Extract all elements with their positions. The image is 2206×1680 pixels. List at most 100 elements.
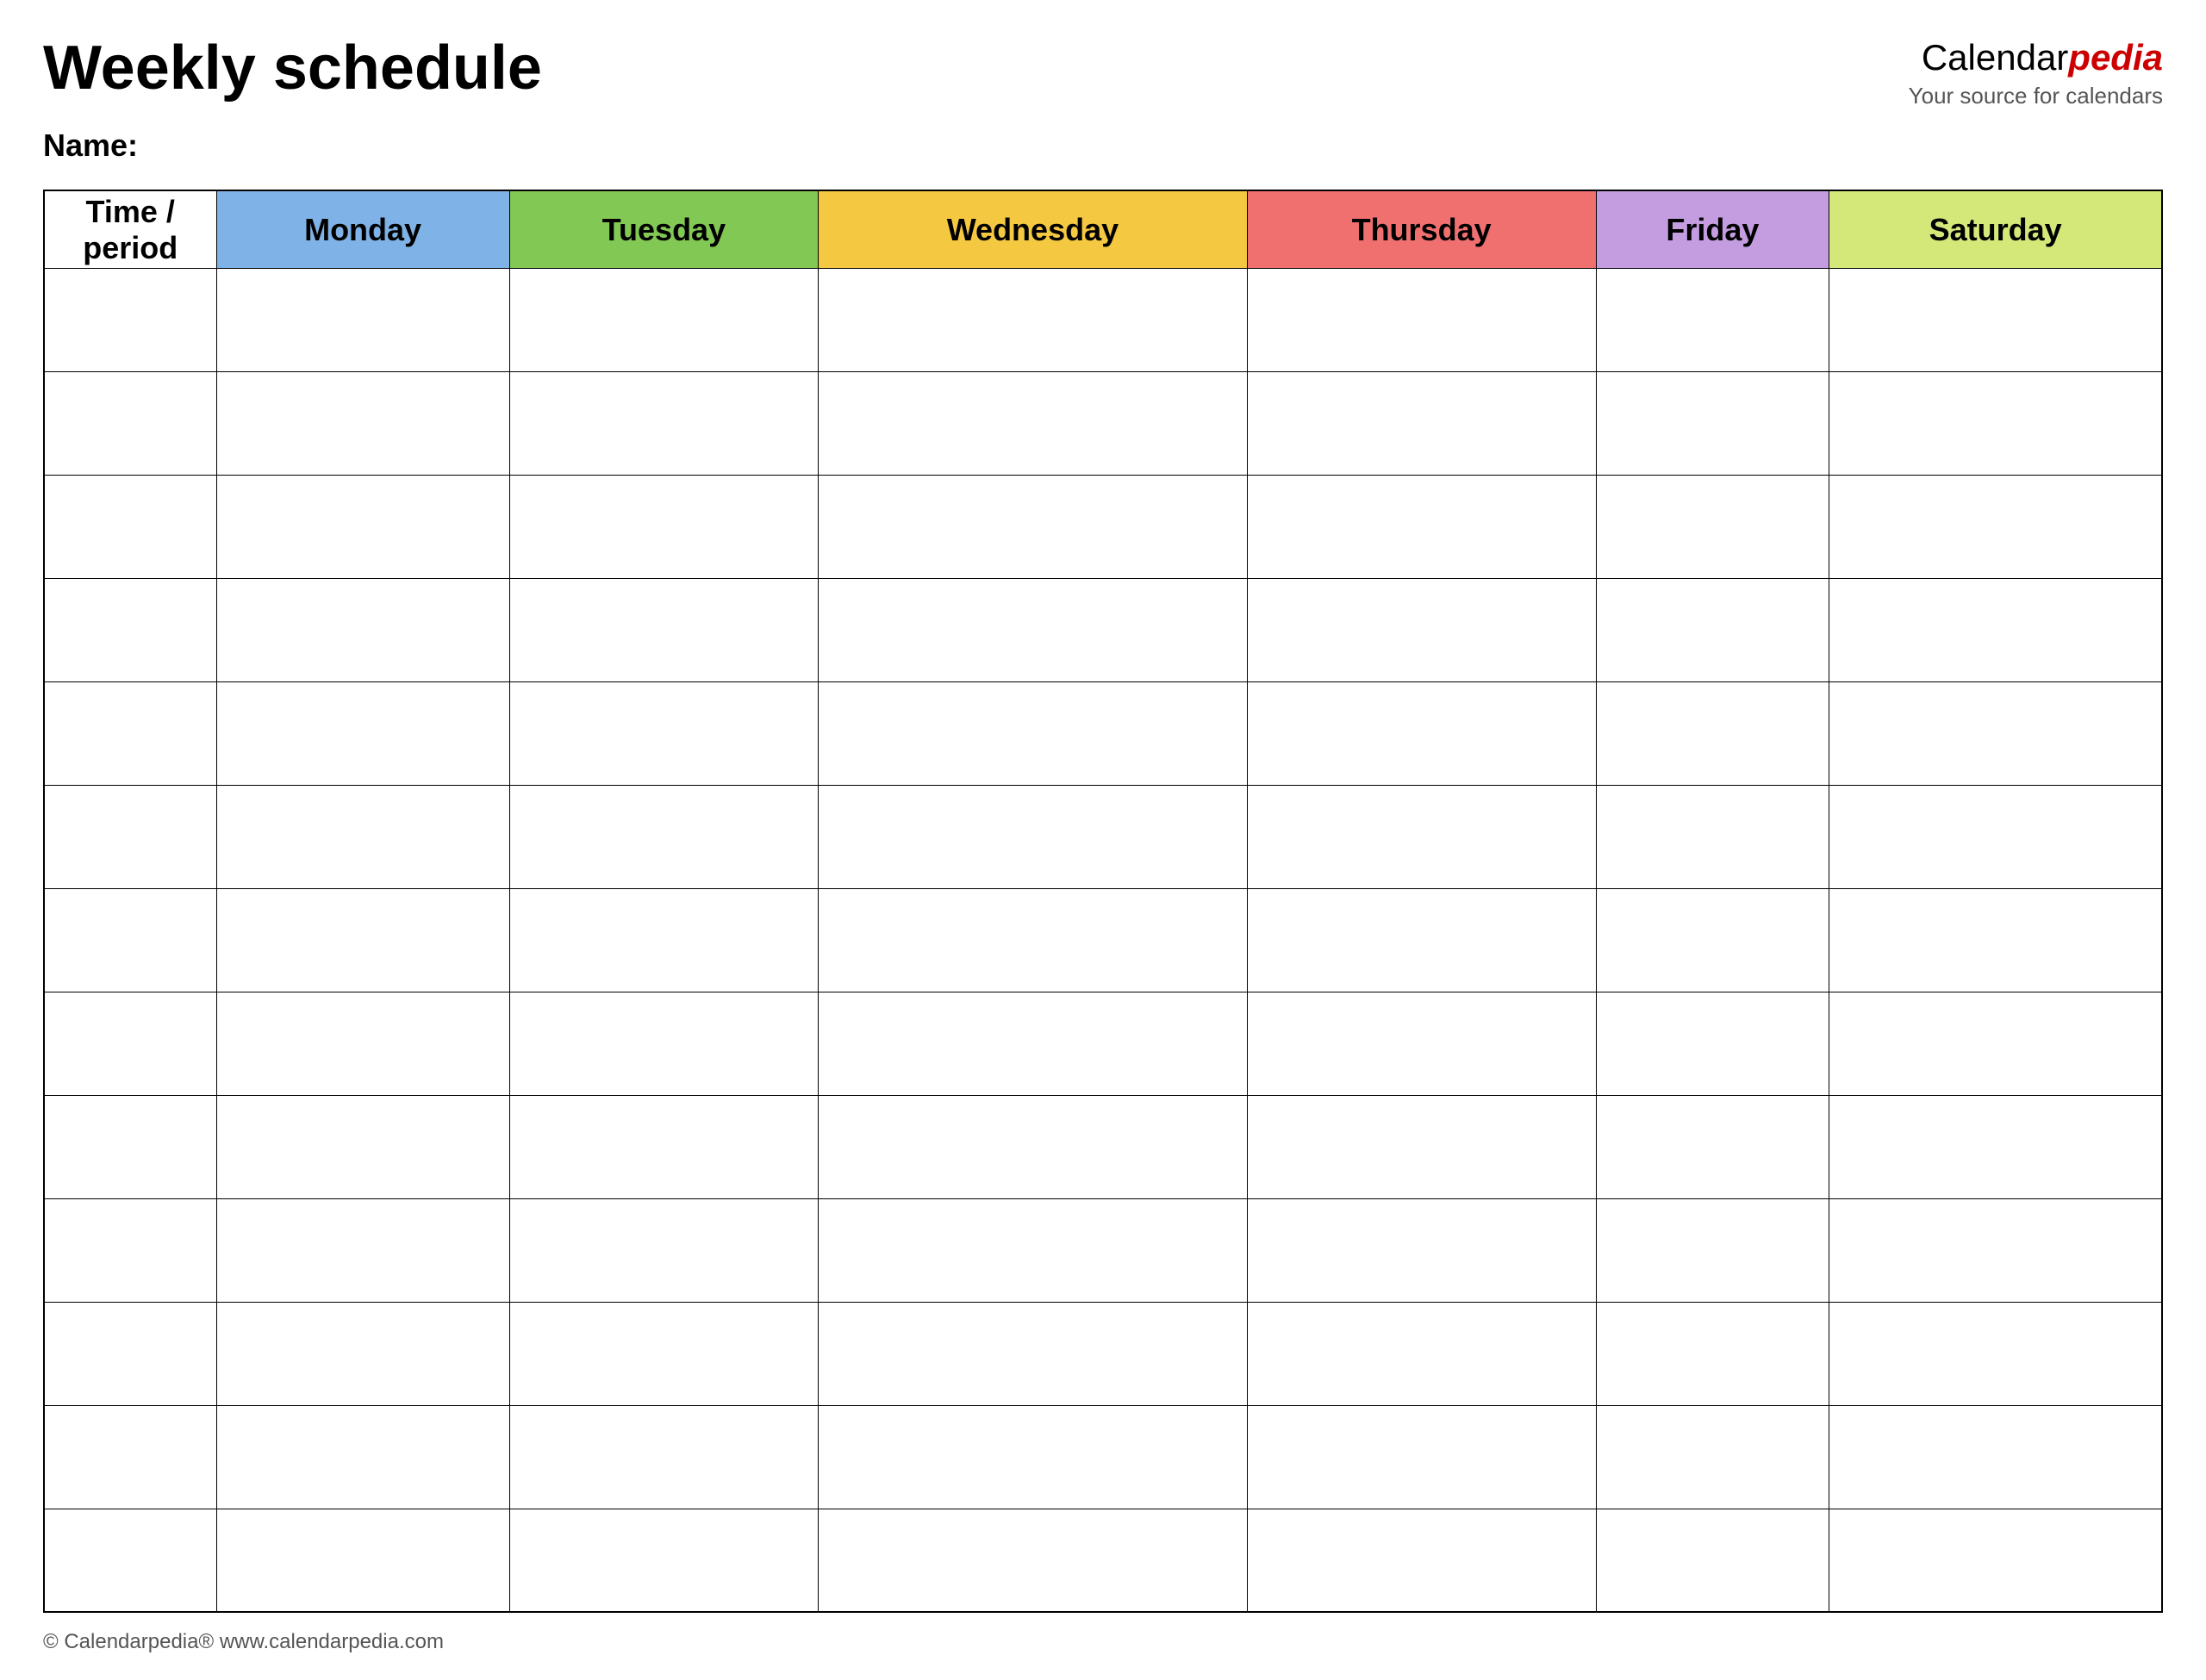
schedule-cell[interactable]	[509, 578, 818, 681]
schedule-cell[interactable]	[216, 1302, 509, 1405]
schedule-cell[interactable]	[1829, 475, 2162, 578]
schedule-cell[interactable]	[509, 475, 818, 578]
table-row	[44, 268, 2162, 371]
schedule-cell[interactable]	[216, 888, 509, 992]
schedule-cell[interactable]	[1829, 681, 2162, 785]
schedule-cell[interactable]	[509, 1509, 818, 1612]
schedule-cell[interactable]	[1829, 1095, 2162, 1198]
schedule-cell[interactable]	[819, 268, 1248, 371]
table-row	[44, 785, 2162, 888]
time-cell[interactable]	[44, 1198, 216, 1302]
schedule-cell[interactable]	[1829, 992, 2162, 1095]
time-cell[interactable]	[44, 888, 216, 992]
time-cell[interactable]	[44, 578, 216, 681]
schedule-cell[interactable]	[1596, 992, 1829, 1095]
schedule-cell[interactable]	[1829, 1509, 2162, 1612]
schedule-cell[interactable]	[819, 1198, 1248, 1302]
schedule-cell[interactable]	[1596, 1509, 1829, 1612]
schedule-cell[interactable]	[819, 992, 1248, 1095]
schedule-cell[interactable]	[216, 578, 509, 681]
schedule-cell[interactable]	[1829, 785, 2162, 888]
schedule-cell[interactable]	[1247, 475, 1596, 578]
schedule-cell[interactable]	[1247, 992, 1596, 1095]
schedule-cell[interactable]	[1596, 1095, 1829, 1198]
schedule-cell[interactable]	[509, 371, 818, 475]
schedule-cell[interactable]	[1829, 888, 2162, 992]
brand-tagline: Your source for calendars	[1909, 82, 2163, 111]
time-cell[interactable]	[44, 1095, 216, 1198]
schedule-cell[interactable]	[1596, 578, 1829, 681]
schedule-cell[interactable]	[509, 1198, 818, 1302]
time-cell[interactable]	[44, 992, 216, 1095]
schedule-cell[interactable]	[1829, 1302, 2162, 1405]
schedule-cell[interactable]	[819, 475, 1248, 578]
schedule-cell[interactable]	[819, 681, 1248, 785]
schedule-cell[interactable]	[1829, 1198, 2162, 1302]
schedule-cell[interactable]	[1596, 785, 1829, 888]
table-row	[44, 1198, 2162, 1302]
schedule-cell[interactable]	[216, 1509, 509, 1612]
schedule-cell[interactable]	[819, 1405, 1248, 1509]
schedule-cell[interactable]	[1247, 1509, 1596, 1612]
schedule-cell[interactable]	[819, 1509, 1248, 1612]
schedule-cell[interactable]	[509, 1302, 818, 1405]
schedule-cell[interactable]	[1247, 578, 1596, 681]
schedule-cell[interactable]	[216, 475, 509, 578]
table-row	[44, 371, 2162, 475]
table-row	[44, 578, 2162, 681]
schedule-cell[interactable]	[509, 888, 818, 992]
time-cell[interactable]	[44, 681, 216, 785]
schedule-cell[interactable]	[1247, 785, 1596, 888]
schedule-cell[interactable]	[216, 371, 509, 475]
brand-pedia-text: pedia	[2068, 37, 2163, 78]
schedule-cell[interactable]	[819, 578, 1248, 681]
schedule-cell[interactable]	[509, 785, 818, 888]
name-label: Name:	[43, 128, 2163, 164]
schedule-cell[interactable]	[216, 1405, 509, 1509]
time-cell[interactable]	[44, 268, 216, 371]
schedule-cell[interactable]	[1596, 1198, 1829, 1302]
time-cell[interactable]	[44, 785, 216, 888]
schedule-cell[interactable]	[1596, 1405, 1829, 1509]
schedule-cell[interactable]	[216, 268, 509, 371]
schedule-cell[interactable]	[1247, 1302, 1596, 1405]
schedule-cell[interactable]	[1247, 1405, 1596, 1509]
schedule-cell[interactable]	[1247, 1198, 1596, 1302]
time-cell[interactable]	[44, 371, 216, 475]
schedule-cell[interactable]	[509, 1405, 818, 1509]
brand-calendar-text: Calendar	[1922, 37, 2068, 78]
schedule-cell[interactable]	[1596, 268, 1829, 371]
schedule-cell[interactable]	[1247, 1095, 1596, 1198]
schedule-cell[interactable]	[509, 681, 818, 785]
schedule-cell[interactable]	[216, 785, 509, 888]
schedule-cell[interactable]	[819, 785, 1248, 888]
schedule-cell[interactable]	[1596, 681, 1829, 785]
schedule-cell[interactable]	[819, 1095, 1248, 1198]
schedule-cell[interactable]	[216, 1198, 509, 1302]
schedule-cell[interactable]	[1596, 371, 1829, 475]
schedule-cell[interactable]	[819, 1302, 1248, 1405]
schedule-cell[interactable]	[1596, 475, 1829, 578]
schedule-cell[interactable]	[819, 888, 1248, 992]
schedule-cell[interactable]	[1829, 578, 2162, 681]
schedule-cell[interactable]	[216, 1095, 509, 1198]
schedule-cell[interactable]	[216, 681, 509, 785]
schedule-cell[interactable]	[1829, 371, 2162, 475]
schedule-cell[interactable]	[1596, 888, 1829, 992]
schedule-cell[interactable]	[1829, 1405, 2162, 1509]
time-cell[interactable]	[44, 1302, 216, 1405]
schedule-cell[interactable]	[819, 371, 1248, 475]
schedule-cell[interactable]	[509, 268, 818, 371]
time-cell[interactable]	[44, 1405, 216, 1509]
time-cell[interactable]	[44, 475, 216, 578]
schedule-cell[interactable]	[1247, 268, 1596, 371]
schedule-cell[interactable]	[509, 992, 818, 1095]
schedule-cell[interactable]	[1247, 371, 1596, 475]
schedule-cell[interactable]	[509, 1095, 818, 1198]
schedule-cell[interactable]	[1596, 1302, 1829, 1405]
time-cell[interactable]	[44, 1509, 216, 1612]
schedule-cell[interactable]	[216, 992, 509, 1095]
schedule-cell[interactable]	[1829, 268, 2162, 371]
schedule-cell[interactable]	[1247, 888, 1596, 992]
schedule-cell[interactable]	[1247, 681, 1596, 785]
